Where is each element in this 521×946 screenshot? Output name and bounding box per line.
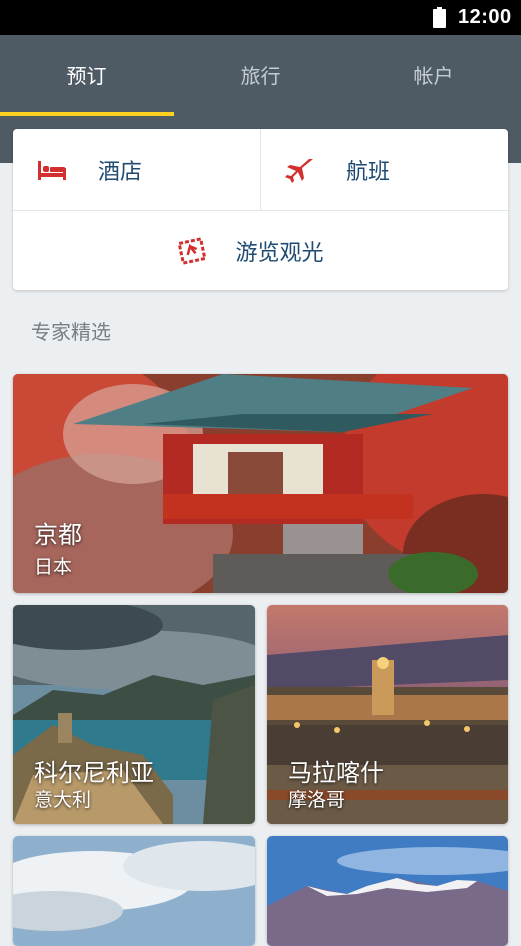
destination-country: 意大利: [34, 789, 92, 811]
destination-card-marrakech[interactable]: 马拉喀什 摩洛哥: [267, 605, 508, 824]
tab-account[interactable]: 帐户: [347, 35, 520, 117]
flight-label: 航班: [346, 159, 391, 185]
destination-card[interactable]: [13, 836, 255, 946]
airplane-icon: [285, 158, 313, 183]
ticket-icon: [177, 236, 208, 265]
active-tab-indicator: [0, 112, 174, 116]
tab-trips[interactable]: 旅行: [174, 35, 347, 117]
hotel-option[interactable]: 酒店: [37, 129, 260, 210]
kyoto-photo: [13, 374, 508, 593]
status-bar: 12:00: [0, 0, 521, 35]
destination-country: 摩洛哥: [288, 789, 346, 811]
destination-city: 科尔尼利亚: [34, 759, 154, 787]
destination-card[interactable]: [267, 836, 508, 946]
bed-icon: [38, 160, 66, 180]
hotel-label: 酒店: [98, 159, 143, 185]
destination-photo: [13, 836, 255, 946]
destination-card-kyoto[interactable]: 京都 日本: [13, 374, 508, 593]
section-title: 专家精选: [31, 320, 111, 344]
clock: 12:00: [458, 6, 512, 28]
tab-booking[interactable]: 预订: [0, 35, 173, 117]
sightseeing-label: 游览观光: [235, 240, 324, 266]
destination-city: 马拉喀什: [288, 759, 384, 787]
destination-country: 日本: [34, 556, 73, 578]
flight-option[interactable]: 航班: [285, 129, 508, 210]
divider: [260, 129, 261, 210]
destination-photo: [267, 836, 508, 946]
booking-options-card: 酒店 航班 游览观光: [13, 129, 508, 290]
battery-icon: [433, 7, 446, 28]
destination-card-corniglia[interactable]: 科尔尼利亚 意大利: [13, 605, 255, 824]
sightseeing-option[interactable]: 游览观光: [13, 210, 508, 291]
destination-city: 京都: [34, 521, 82, 549]
